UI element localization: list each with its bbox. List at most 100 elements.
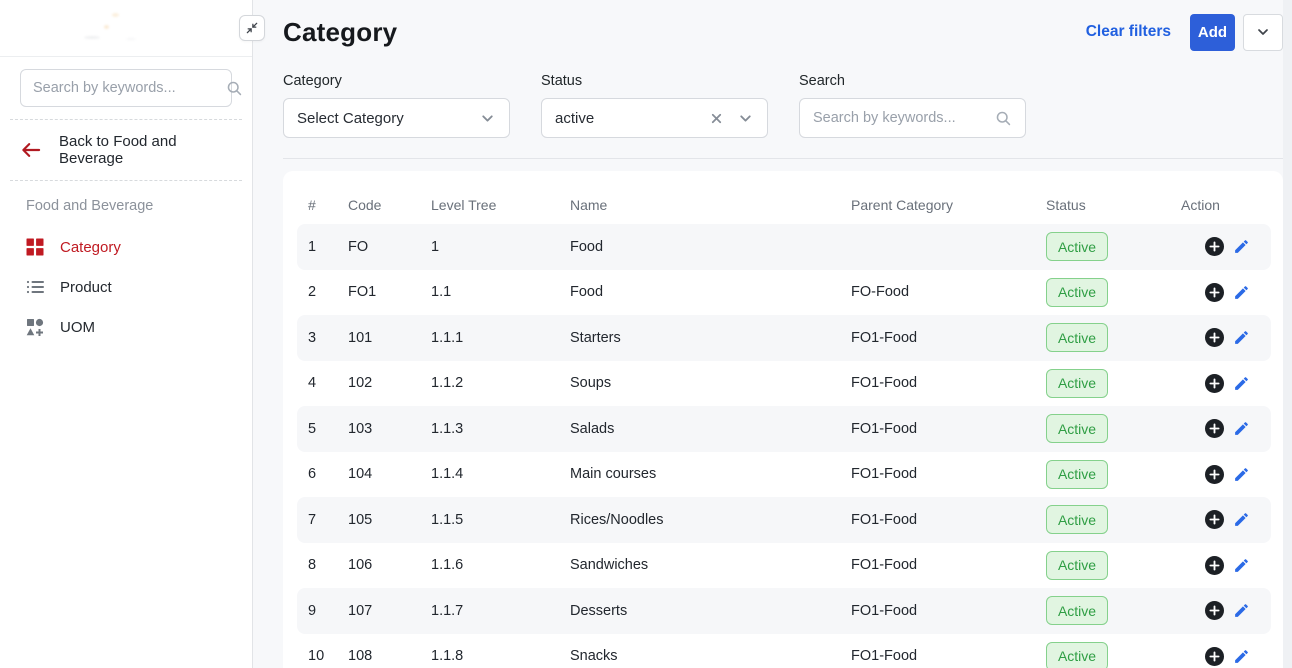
cell-level-tree: 1.1.8 [431,648,570,664]
chevron-down-icon [1255,24,1271,40]
back-link[interactable]: Back to Food and Beverage [0,120,252,180]
add-child-button[interactable] [1205,374,1224,393]
sidebar-search [20,69,232,107]
table-search-input[interactable] [813,110,995,126]
clear-value-icon[interactable] [709,111,724,126]
add-child-button[interactable] [1205,465,1224,484]
sidebar-item-uom[interactable]: UOM [0,307,252,347]
add-child-button[interactable] [1205,419,1224,438]
table-card: #CodeLevel TreeNameParent CategoryStatus… [283,171,1283,668]
cell-code: 103 [348,421,431,437]
cell-status: Active [1046,232,1181,261]
status-select[interactable]: active [541,98,768,138]
table-header-row: #CodeLevel TreeNameParent CategoryStatus… [297,185,1271,224]
cell-name: Soups [570,375,851,391]
sidebar-search-input[interactable] [21,80,226,96]
search-icon [226,80,243,97]
sidebar-section-label: Food and Beverage [26,198,252,214]
sidebar: Back to Food and Beverage Food and Bever… [0,0,253,668]
sidebar-collapse-button[interactable] [239,15,265,41]
cell-code: 101 [348,330,431,346]
cell-number: 6 [308,466,348,482]
add-child-button[interactable] [1205,556,1224,575]
category-select[interactable]: Select Category [283,98,510,138]
cell-status: Active [1046,551,1181,580]
status-badge: Active [1046,505,1108,534]
column-header-status: Status [1046,197,1181,213]
cell-action [1181,283,1271,302]
edit-pencil-icon[interactable] [1233,602,1250,619]
add-child-button[interactable] [1205,601,1224,620]
cell-status: Active [1046,642,1181,668]
row-actions [1181,556,1271,575]
status-badge: Active [1046,596,1108,625]
edit-pencil-icon[interactable] [1233,375,1250,392]
edit-pencil-icon[interactable] [1233,238,1250,255]
cell-level-tree: 1.1.2 [431,375,570,391]
section-divider [283,158,1283,159]
row-actions [1181,465,1271,484]
status-badge: Active [1046,460,1108,489]
cell-action [1181,374,1271,393]
back-link-label: Back to Food and Beverage [59,133,242,167]
scrollbar[interactable] [1283,0,1292,668]
app-logo [78,11,174,45]
edit-pencil-icon[interactable] [1233,284,1250,301]
filter-label: Category [283,73,510,89]
cell-level-tree: 1.1.7 [431,603,570,619]
cell-number: 8 [308,557,348,573]
filter-bar: Category Select Category Status active [283,73,1283,138]
cell-parent-category: FO1-Food [851,512,1046,528]
table-row: 8 106 1.1.6 Sandwiches FO1-Food Active [297,543,1271,589]
row-actions [1181,328,1271,347]
cell-name: Food [570,284,851,300]
table-row: 10 108 1.1.8 Snacks FO1-Food Active [297,634,1271,668]
cell-action [1181,419,1271,438]
cell-status: Active [1046,369,1181,398]
table-row: 4 102 1.1.2 Soups FO1-Food Active [297,361,1271,407]
add-button[interactable]: Add [1190,14,1235,51]
page-header: Category Clear filters Add [283,12,1283,52]
cell-code: 104 [348,466,431,482]
status-badge: Active [1046,642,1108,668]
chevron-down-icon [737,110,754,127]
arrow-left-icon [20,141,42,159]
edit-pencil-icon[interactable] [1233,557,1250,574]
cell-number: 5 [308,421,348,437]
sidebar-item-category[interactable]: Category [0,227,252,267]
add-child-button[interactable] [1205,283,1224,302]
cell-action [1181,237,1271,256]
add-child-button[interactable] [1205,237,1224,256]
cell-status: Active [1046,460,1181,489]
filter-label: Status [541,73,768,89]
table-row: 1 FO 1 Food Active [297,224,1271,270]
cell-code: 105 [348,512,431,528]
cell-name: Sandwiches [570,557,851,573]
status-select-value: active [555,110,709,127]
cell-action [1181,510,1271,529]
sidebar-item-product[interactable]: Product [0,267,252,307]
column-header-action: Action [1181,197,1271,213]
edit-pencil-icon[interactable] [1233,329,1250,346]
cell-status: Active [1046,414,1181,443]
status-badge: Active [1046,369,1108,398]
edit-pencil-icon[interactable] [1233,648,1250,665]
add-child-button[interactable] [1205,510,1224,529]
clear-filters-link[interactable]: Clear filters [1086,23,1171,41]
cell-action [1181,556,1271,575]
edit-pencil-icon[interactable] [1233,420,1250,437]
cell-code: 106 [348,557,431,573]
table-row: 6 104 1.1.4 Main courses FO1-Food Active [297,452,1271,498]
column-header-level-tree: Level Tree [431,197,570,213]
cell-parent-category: FO1-Food [851,375,1046,391]
edit-pencil-icon[interactable] [1233,466,1250,483]
cell-number: 2 [308,284,348,300]
add-dropdown-button[interactable] [1243,14,1283,51]
cell-code: 102 [348,375,431,391]
edit-pencil-icon[interactable] [1233,511,1250,528]
cell-code: 107 [348,603,431,619]
cell-parent-category: FO1-Food [851,557,1046,573]
add-child-button[interactable] [1205,328,1224,347]
add-child-button[interactable] [1205,647,1224,666]
cell-level-tree: 1.1.1 [431,330,570,346]
